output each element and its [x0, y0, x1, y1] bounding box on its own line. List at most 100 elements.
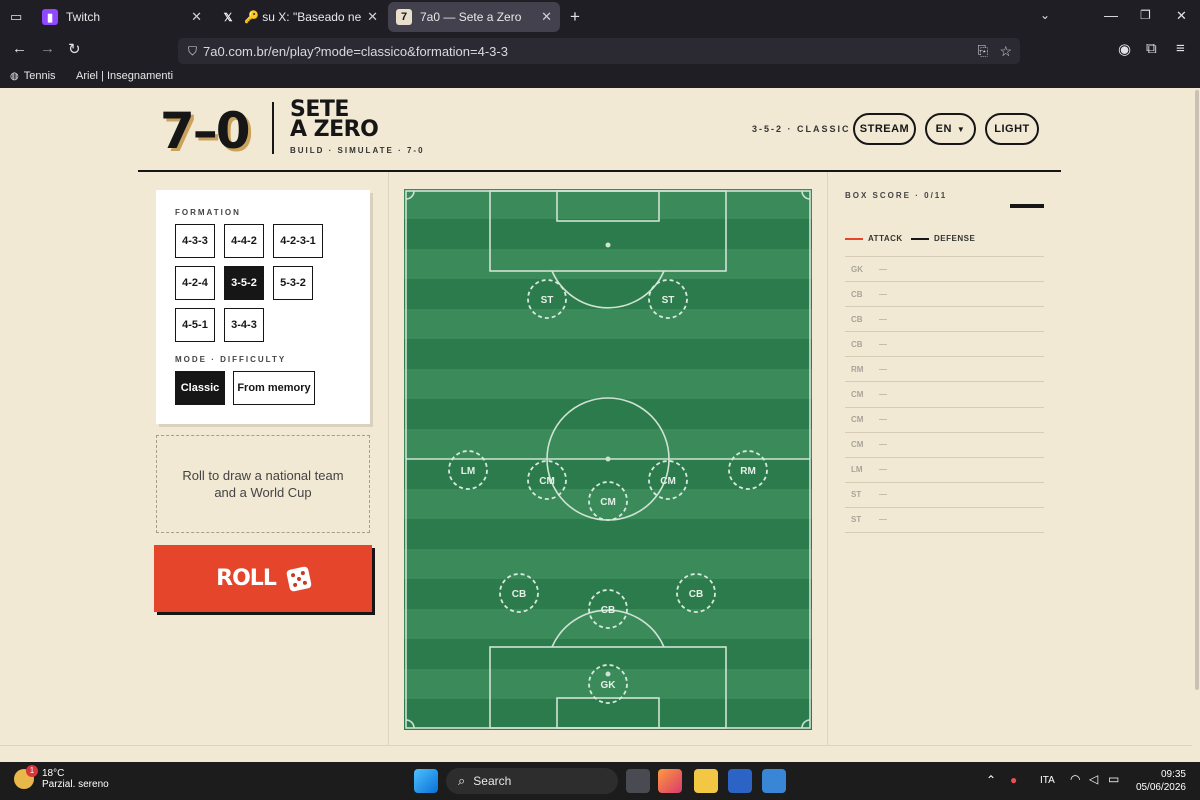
reader-view-icon[interactable]: ⎘	[978, 43, 988, 59]
minimize-icon[interactable]: —	[1104, 7, 1118, 23]
player-slot-label: CB	[601, 605, 615, 616]
input-language[interactable]: ITA	[1040, 775, 1055, 786]
scrollbar-thumb[interactable]	[1195, 90, 1199, 690]
tab-list-icon[interactable]: ▭	[10, 9, 22, 25]
formation-mode-info: 3-5-2 · CLASSIC	[752, 124, 851, 134]
player-slot-label: ST	[662, 295, 675, 306]
weather-widget[interactable]: 1 18°C Parzial. sereno	[14, 765, 109, 790]
roll-button[interactable]: ROLL	[154, 545, 372, 612]
temperature: 18°C	[42, 768, 65, 779]
firefox-icon[interactable]	[658, 769, 682, 793]
box-score-value: —	[879, 339, 887, 349]
box-score-value: —	[879, 515, 887, 525]
chevron-up-icon[interactable]: ⌃	[986, 773, 996, 787]
globe-icon: ◍	[10, 70, 19, 82]
mode-classic-button[interactable]: Classic	[175, 371, 225, 405]
bookmark-star-icon[interactable]: ☆	[999, 43, 1012, 60]
tab-title: 7a0 — Sete a Zero	[420, 10, 522, 24]
bookmark-tennis[interactable]: ◍ Tennis	[10, 70, 56, 82]
center-spot	[605, 456, 611, 462]
tab-7a0[interactable]: 7 7a0 — Sete a Zero ✕	[388, 2, 560, 32]
search-icon: ⌕	[458, 773, 466, 788]
settings-card: FORMATION 4-3-3 4-4-2 4-2-3-1 4-2-4 3-5-…	[156, 190, 370, 424]
tab-strip: ▭ ▮ Twitch ✕ 𝕏 🔑 su X: "Baseado nesse jo…	[0, 0, 1200, 34]
volume-icon[interactable]: ◁	[1089, 772, 1098, 786]
box-score-value: —	[879, 490, 887, 500]
new-tab-icon[interactable]: +	[570, 7, 580, 27]
forward-icon[interactable]: →	[40, 40, 55, 57]
windows-start-icon[interactable]	[414, 769, 438, 793]
box-score-bar	[1010, 204, 1044, 208]
player-slot-label: CM	[539, 476, 555, 487]
theme-toggle[interactable]: LIGHT	[985, 113, 1039, 145]
scrollbar[interactable]	[1192, 88, 1200, 762]
task-view-icon[interactable]	[626, 769, 650, 793]
tab-x[interactable]: 𝕏 🔑 su X: "Baseado nesse jogo & ✕	[212, 2, 386, 32]
box-score-value: —	[879, 264, 887, 274]
pitch-stripe	[404, 339, 812, 369]
defense-swatch	[911, 237, 929, 240]
formation-4-5-1[interactable]: 4-5-1	[175, 308, 215, 342]
close-tab-icon[interactable]: ✕	[367, 9, 378, 25]
pitch-stripe	[404, 189, 812, 219]
pitch-stripe	[404, 369, 812, 399]
bookmark-ariel[interactable]: Ariel | Insegnamenti	[76, 70, 173, 82]
pitch-stripe	[404, 549, 812, 579]
site-info-icon[interactable]: ⛉	[188, 44, 197, 59]
close-tab-icon[interactable]: ✕	[541, 9, 552, 25]
penalty-spot	[605, 671, 611, 677]
word-icon[interactable]	[728, 769, 752, 793]
close-window-icon[interactable]: ✕	[1176, 8, 1187, 24]
file-explorer-icon[interactable]	[694, 769, 718, 793]
player-slot-label: CB	[512, 589, 526, 600]
formation-3-5-2[interactable]: 3-5-2	[224, 266, 264, 300]
restore-icon[interactable]: ❐	[1140, 8, 1151, 22]
pitch-stripe	[404, 429, 812, 459]
weather-icon: 1	[14, 765, 38, 789]
battery-icon[interactable]: ▭	[1108, 772, 1119, 786]
box-score-value: —	[879, 314, 887, 324]
page-content: 7–0 SETE A ZERO BUILD · SIMULATE · 7-0 3…	[0, 88, 1200, 762]
chevron-down-icon[interactable]: ⌄	[1040, 8, 1050, 22]
notification-badge: 1	[26, 765, 38, 777]
tray-app-icon[interactable]: ●	[1010, 773, 1017, 787]
player-slot-label: ST	[541, 295, 554, 306]
taskbar-search[interactable]: ⌕ Search	[446, 768, 618, 794]
formation-4-3-3[interactable]: 4-3-3	[175, 224, 215, 258]
box-score-row: ST —	[845, 508, 1044, 534]
box-score-list: GK — CB — CB — CB — RM — CM — CM — CM — LM — ST — ST —	[845, 256, 1044, 534]
address-bar[interactable]: ⛉ 7a0.com.br/en/play?mode=classico&forma…	[178, 38, 1020, 64]
close-tab-icon[interactable]: ✕	[191, 9, 202, 25]
box-score-row: CB —	[845, 307, 1044, 333]
stream-button[interactable]: STREAM	[853, 113, 916, 145]
reload-icon[interactable]: ↻	[68, 40, 81, 58]
app-icon[interactable]	[762, 769, 786, 793]
logo-number[interactable]: 7–0	[160, 102, 251, 160]
tab-twitch[interactable]: ▮ Twitch ✕	[34, 2, 210, 32]
tab-title: 🔑 su X: "Baseado nesse jogo &	[244, 10, 362, 24]
extensions-icon[interactable]: ⧉	[1146, 40, 1157, 57]
clock[interactable]: 09:35 05/06/2026	[1136, 768, 1186, 794]
pitch-stripe	[404, 639, 812, 669]
account-icon[interactable]: ◉	[1118, 40, 1131, 58]
menu-icon[interactable]: ≡	[1176, 40, 1185, 57]
taskbar: 1 18°C Parzial. sereno ⌕ Search ⌃ ● ITA …	[0, 762, 1200, 800]
box-score-position: CM	[851, 415, 864, 425]
mode-from-memory-button[interactable]: From memory	[233, 371, 315, 405]
formation-4-2-3-1[interactable]: 4-2-3-1	[273, 224, 323, 258]
formation-4-4-2[interactable]: 4-4-2	[224, 224, 264, 258]
formation-5-3-2[interactable]: 5-3-2	[273, 266, 313, 300]
box-score-row: CB —	[845, 282, 1044, 308]
football-pitch: ST ST LM CM CM CM RM CB CB CB GK	[404, 189, 812, 730]
language-select[interactable]: EN ▼	[925, 113, 976, 145]
x-icon: 𝕏	[223, 11, 233, 24]
formation-4-2-4[interactable]: 4-2-4	[175, 266, 215, 300]
wifi-icon[interactable]: ◠	[1070, 772, 1080, 786]
dice-icon	[285, 565, 312, 592]
formation-3-4-3[interactable]: 3-4-3	[224, 308, 264, 342]
box-score-row: CM —	[845, 433, 1044, 458]
bookmark-label: Ariel | Insegnamenti	[76, 70, 174, 82]
player-slot-label: RM	[740, 466, 756, 477]
back-icon[interactable]: ←	[12, 40, 27, 57]
box-score-value: —	[879, 440, 887, 450]
